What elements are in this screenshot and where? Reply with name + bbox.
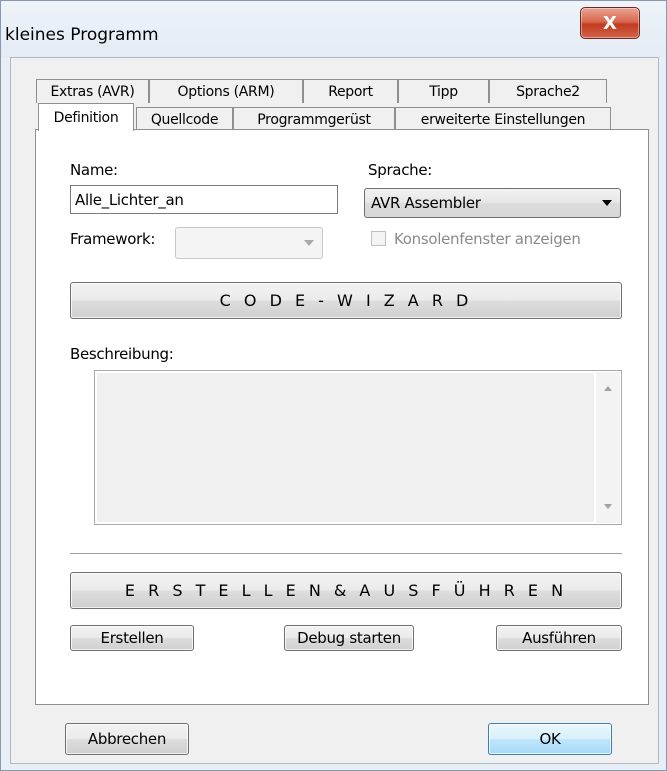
name-label: Name: [70,161,118,179]
close-icon: X [603,12,617,34]
language-select-value: AVR Assembler [371,194,481,212]
description-textarea[interactable] [94,370,622,525]
tab-extras-avr[interactable]: Extras (AVR) [36,79,149,103]
code-wizard-button[interactable]: C O D E - W I Z A R D [70,282,622,319]
build-and-run-button[interactable]: E R S T E L L E N & A U S F Ü H R E N [70,572,622,609]
scroll-down-icon[interactable] [604,504,612,509]
description-label: Beschreibung: [70,345,174,363]
framework-label: Framework: [70,230,156,248]
separator [70,553,622,555]
language-select[interactable]: AVR Assembler [364,188,621,218]
cancel-button[interactable]: Abbrechen [65,723,189,755]
console-checkbox-label: Konsolenfenster anzeigen [394,230,581,248]
tab-erweiterte-einstellungen[interactable]: erweiterte Einstellungen [395,107,611,131]
language-label: Sprache: [368,161,433,179]
name-input[interactable]: Alle_Lichter_an [70,185,338,214]
tab-programmgeruest[interactable]: Programmgerüst [233,107,395,131]
chevron-down-icon [304,240,314,246]
tab-report[interactable]: Report [303,79,398,103]
dialog-window: kleines Programm X Extras (AVR) Options … [0,0,667,771]
tab-definition[interactable]: Definition [38,103,134,131]
description-scrollbar[interactable] [596,372,620,523]
description-text [97,373,594,522]
framework-select[interactable] [175,227,323,259]
run-button[interactable]: Ausführen [496,625,622,651]
window-title: kleines Programm [5,25,159,45]
close-button[interactable]: X [580,7,640,39]
debug-button[interactable]: Debug starten [284,625,414,651]
tab-quellcode[interactable]: Quellcode [136,107,233,131]
ok-button[interactable]: OK [488,723,612,755]
tab-options-arm[interactable]: Options (ARM) [149,79,303,103]
build-button[interactable]: Erstellen [70,625,194,651]
scroll-up-icon[interactable] [604,386,612,391]
tab-sprache2[interactable]: Sprache2 [489,79,607,103]
title-bar[interactable]: kleines Programm X [1,1,666,57]
chevron-down-icon [602,200,612,206]
console-checkbox[interactable] [371,231,386,246]
tab-tipp[interactable]: Tipp [398,79,489,103]
